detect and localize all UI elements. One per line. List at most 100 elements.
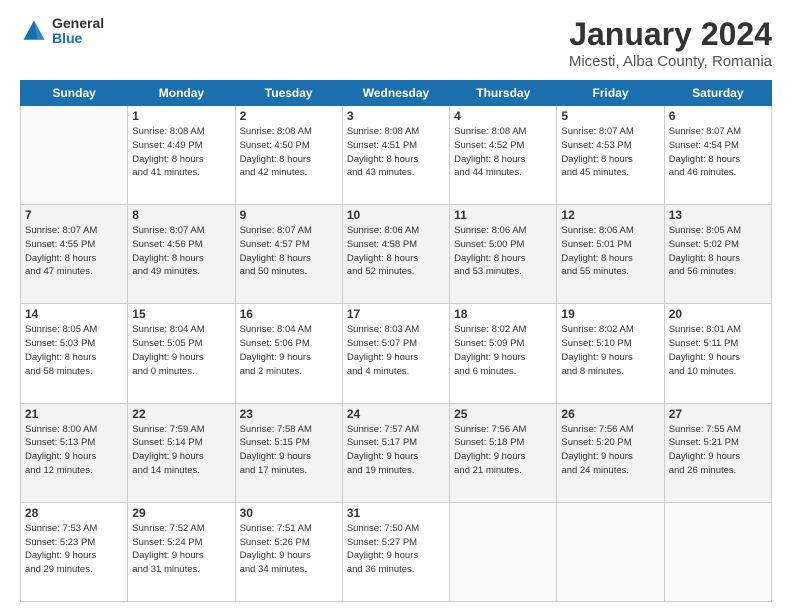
calendar-cell: 1 Sunrise: 8:08 AMSunset: 4:49 PMDaylight… [128,106,235,205]
day-number: 12 [561,208,659,222]
calendar-cell: 7Sunrise: 8:07 AMSunset: 4:55 PMDaylight… [21,205,128,304]
day-number: 7 [25,208,123,222]
day-number: 9 [240,208,338,222]
calendar-cell: 22Sunrise: 7:59 AMSunset: 5:14 PMDayligh… [128,403,235,502]
day-number: 5 [561,109,659,123]
day-info: Sunrise: 7:56 AMSunset: 5:18 PMDaylight:… [454,423,552,478]
day-info: Sunrise: 8:02 AMSunset: 5:09 PMDaylight:… [454,323,552,378]
day-number: 25 [454,407,552,421]
day-info: Sunrise: 8:06 AMSunset: 4:58 PMDaylight:… [347,224,445,279]
calendar-day-header: Tuesday [235,81,342,106]
calendar-header-row: SundayMondayTuesdayWednesdayThursdayFrid… [21,81,772,106]
page: General Blue January 2024 Micesti, Alba … [0,0,792,612]
calendar-cell: 31 Sunrise: 7:50 AMSunset: 5:27 PMDayligh… [342,502,449,601]
calendar-cell: 25 Sunrise: 7:56 AMSunset: 5:18 PMDayligh… [450,403,557,502]
day-number: 2 [240,109,338,123]
calendar-cell: 18 Sunrise: 8:02 AMSunset: 5:09 PMDayligh… [450,304,557,403]
day-info: Sunrise: 8:08 AMSunset: 4:50 PMDaylight:… [240,125,338,180]
calendar-cell: 10 Sunrise: 8:06 AMSunset: 4:58 PMDayligh… [342,205,449,304]
calendar-cell: 9 Sunrise: 8:07 AMSunset: 4:57 PMDaylight… [235,205,342,304]
day-number: 20 [669,307,767,321]
calendar-day-header: Monday [128,81,235,106]
day-number: 27 [669,407,767,421]
calendar-cell [557,502,664,601]
day-number: 24 [347,407,445,421]
day-info: Sunrise: 8:04 AMSunset: 5:06 PMDaylight:… [240,323,338,378]
day-number: 29 [132,506,230,520]
calendar-cell: 8 Sunrise: 8:07 AMSunset: 4:56 PMDaylight… [128,205,235,304]
calendar-day-header: Friday [557,81,664,106]
calendar-week-row: 21Sunrise: 8:00 AMSunset: 5:13 PMDayligh… [21,403,772,502]
calendar-cell: 5 Sunrise: 8:07 AMSunset: 4:53 PMDaylight… [557,106,664,205]
logo: General Blue [20,16,104,47]
day-info: Sunrise: 8:06 AMSunset: 5:00 PMDaylight:… [454,224,552,279]
day-number: 8 [132,208,230,222]
day-info: Sunrise: 8:07 AMSunset: 4:53 PMDaylight:… [561,125,659,180]
logo-text: General Blue [52,16,104,47]
calendar-week-row: 7Sunrise: 8:07 AMSunset: 4:55 PMDaylight… [21,205,772,304]
day-number: 13 [669,208,767,222]
calendar-day-header: Saturday [664,81,771,106]
calendar-cell: 17 Sunrise: 8:03 AMSunset: 5:07 PMDayligh… [342,304,449,403]
day-info: Sunrise: 7:56 AMSunset: 5:20 PMDaylight:… [561,423,659,478]
day-info: Sunrise: 8:00 AMSunset: 5:13 PMDaylight:… [25,423,123,478]
calendar-title: January 2024 [569,16,772,53]
calendar-cell: 21Sunrise: 8:00 AMSunset: 5:13 PMDayligh… [21,403,128,502]
day-info: Sunrise: 8:07 AMSunset: 4:56 PMDaylight:… [132,224,230,279]
day-number: 16 [240,307,338,321]
day-info: Sunrise: 8:08 AMSunset: 4:49 PMDaylight:… [132,125,230,180]
day-info: Sunrise: 7:59 AMSunset: 5:14 PMDaylight:… [132,423,230,478]
calendar-table: SundayMondayTuesdayWednesdayThursdayFrid… [20,80,772,602]
day-number: 17 [347,307,445,321]
day-info: Sunrise: 8:05 AMSunset: 5:02 PMDaylight:… [669,224,767,279]
calendar-week-row: 1 Sunrise: 8:08 AMSunset: 4:49 PMDaylight… [21,106,772,205]
day-info: Sunrise: 8:08 AMSunset: 4:51 PMDaylight:… [347,125,445,180]
day-info: Sunrise: 8:08 AMSunset: 4:52 PMDaylight:… [454,125,552,180]
calendar-cell: 19Sunrise: 8:02 AMSunset: 5:10 PMDayligh… [557,304,664,403]
logo-blue: Blue [52,31,104,46]
calendar-cell: 23 Sunrise: 7:58 AMSunset: 5:15 PMDayligh… [235,403,342,502]
day-number: 30 [240,506,338,520]
day-number: 19 [561,307,659,321]
calendar-cell: 30Sunrise: 7:51 AMSunset: 5:26 PMDayligh… [235,502,342,601]
day-number: 10 [347,208,445,222]
day-info: Sunrise: 7:53 AMSunset: 5:23 PMDaylight:… [25,522,123,577]
day-info: Sunrise: 7:58 AMSunset: 5:15 PMDaylight:… [240,423,338,478]
day-info: Sunrise: 8:01 AMSunset: 5:11 PMDaylight:… [669,323,767,378]
calendar-cell: 3Sunrise: 8:08 AMSunset: 4:51 PMDaylight… [342,106,449,205]
day-number: 18 [454,307,552,321]
day-number: 31 [347,506,445,520]
logo-icon [20,17,48,45]
title-area: January 2024 Micesti, Alba County, Roman… [569,16,772,70]
calendar-cell: 28Sunrise: 7:53 AMSunset: 5:23 PMDayligh… [21,502,128,601]
calendar-cell: 6Sunrise: 8:07 AMSunset: 4:54 PMDaylight… [664,106,771,205]
day-info: Sunrise: 7:50 AMSunset: 5:27 PMDaylight:… [347,522,445,577]
calendar-cell: 26 Sunrise: 7:56 AMSunset: 5:20 PMDayligh… [557,403,664,502]
calendar-cell: 2 Sunrise: 8:08 AMSunset: 4:50 PMDaylight… [235,106,342,205]
header: General Blue January 2024 Micesti, Alba … [20,16,772,70]
calendar-week-row: 28Sunrise: 7:53 AMSunset: 5:23 PMDayligh… [21,502,772,601]
calendar-cell: 4 Sunrise: 8:08 AMSunset: 4:52 PMDaylight… [450,106,557,205]
day-number: 14 [25,307,123,321]
calendar-cell: 29 Sunrise: 7:52 AMSunset: 5:24 PMDayligh… [128,502,235,601]
calendar-day-header: Sunday [21,81,128,106]
calendar-cell [21,106,128,205]
day-number: 4 [454,109,552,123]
day-number: 23 [240,407,338,421]
calendar-day-header: Wednesday [342,81,449,106]
day-info: Sunrise: 8:05 AMSunset: 5:03 PMDaylight:… [25,323,123,378]
calendar-cell: 16 Sunrise: 8:04 AMSunset: 5:06 PMDayligh… [235,304,342,403]
day-number: 11 [454,208,552,222]
calendar-cell: 12 Sunrise: 8:06 AMSunset: 5:01 PMDayligh… [557,205,664,304]
calendar-cell: 11 Sunrise: 8:06 AMSunset: 5:00 PMDayligh… [450,205,557,304]
day-info: Sunrise: 8:03 AMSunset: 5:07 PMDaylight:… [347,323,445,378]
day-number: 1 [132,109,230,123]
day-info: Sunrise: 7:55 AMSunset: 5:21 PMDaylight:… [669,423,767,478]
day-info: Sunrise: 8:07 AMSunset: 4:57 PMDaylight:… [240,224,338,279]
calendar-week-row: 14 Sunrise: 8:05 AMSunset: 5:03 PMDayligh… [21,304,772,403]
day-info: Sunrise: 8:04 AMSunset: 5:05 PMDaylight:… [132,323,230,378]
day-info: Sunrise: 8:06 AMSunset: 5:01 PMDaylight:… [561,224,659,279]
day-info: Sunrise: 7:52 AMSunset: 5:24 PMDaylight:… [132,522,230,577]
day-number: 26 [561,407,659,421]
calendar-cell: 27 Sunrise: 7:55 AMSunset: 5:21 PMDayligh… [664,403,771,502]
